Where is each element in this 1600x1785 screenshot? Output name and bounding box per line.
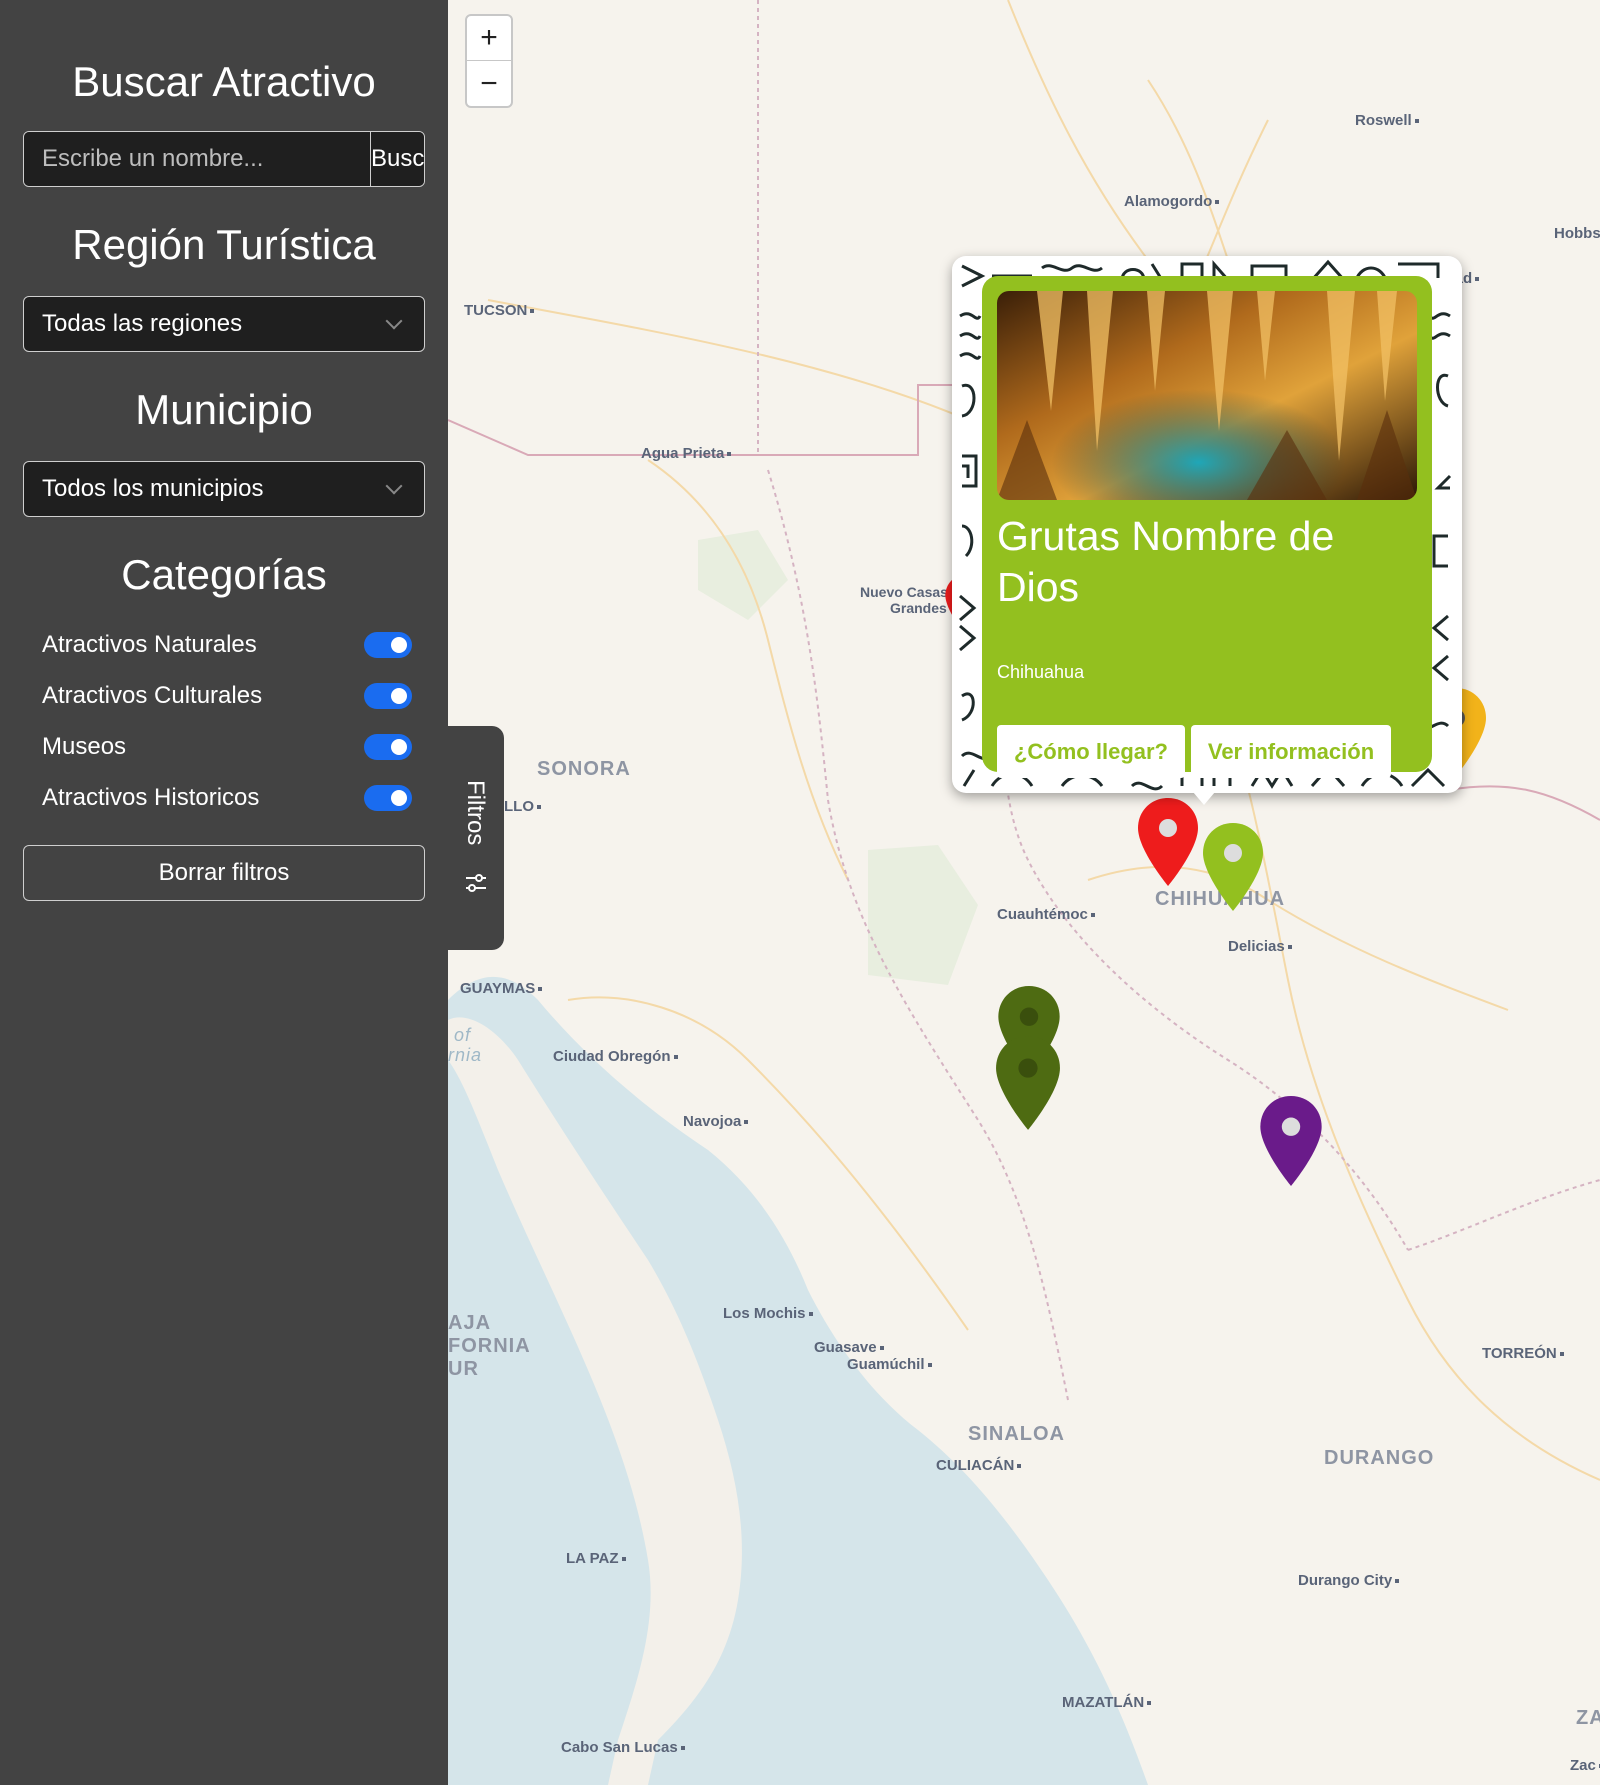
category-label: Atractivos Culturales [42, 681, 263, 709]
search-title: Buscar Atractivo [72, 58, 376, 105]
map-label-city: Durango City [1298, 1572, 1399, 1589]
map-label-city: Navojoa [683, 1113, 748, 1130]
zoom-control: + − [465, 14, 513, 108]
map-pin-dark-green[interactable] [992, 1034, 1064, 1132]
region-title: Región Turística [72, 221, 376, 268]
region-select-value: Todas las regiones [42, 310, 243, 337]
search-input[interactable] [24, 132, 370, 186]
map-label-city: Nuevo Casas [860, 584, 955, 600]
map-label-city: Agua Prieta [641, 445, 731, 462]
map-label-city: TORREÓN [1482, 1345, 1564, 1362]
categories-title: Categorías [121, 551, 327, 598]
category-label: Atractivos Historicos [42, 783, 260, 811]
map-label-state: SONORA [537, 758, 631, 780]
map-label-city: CULIACÁN [936, 1457, 1021, 1474]
category-item: Museos [23, 721, 425, 772]
view-info-button[interactable]: Ver información [1191, 725, 1391, 778]
category-toggle-naturales[interactable] [364, 631, 412, 658]
map-pin-red[interactable] [1136, 796, 1200, 888]
filters-toggle-tab[interactable]: Filtros [448, 726, 504, 950]
map-label-city: Delicias [1228, 938, 1292, 955]
map-label-city: Roswell [1355, 112, 1419, 129]
chevron-down-icon [385, 312, 403, 330]
attraction-photo [997, 291, 1417, 500]
municipio-title: Municipio [135, 386, 313, 433]
map-pin-purple[interactable] [1258, 1094, 1324, 1188]
category-item: Atractivos Culturales [23, 670, 425, 721]
search-bar: Buscar [23, 131, 425, 187]
map-pin-light-green[interactable] [1201, 821, 1265, 913]
municipio-select-value: Todos los municipios [42, 475, 264, 502]
map-label-state: ZA [1576, 1707, 1600, 1729]
category-list: Atractivos Naturales Atractivos Cultural… [23, 619, 425, 823]
category-item: Atractivos Historicos [23, 772, 425, 823]
filter-sidebar: Buscar Atractivo Buscar Región Turística… [0, 0, 448, 1785]
cave-photo-illustration [997, 291, 1417, 500]
map-label-state: AJA [448, 1312, 492, 1334]
category-toggle-culturales[interactable] [364, 682, 412, 709]
category-label: Museos [42, 732, 127, 760]
toggle-knob [391, 636, 407, 653]
map-label-city: Hobbs [1554, 225, 1600, 242]
map-label-city: Los Mochis [723, 1305, 813, 1322]
category-item: Atractivos Naturales [23, 619, 425, 670]
filters-tab-label: Filtros [462, 780, 489, 846]
category-toggle-historicos[interactable] [364, 784, 412, 811]
map-label-city: MAZATLÁN [1062, 1694, 1151, 1711]
map-label-city: Alamogordo [1124, 193, 1219, 210]
toggle-knob [391, 738, 407, 755]
zoom-out-button[interactable]: − [467, 61, 511, 106]
category-label: Atractivos Naturales [42, 630, 257, 658]
chevron-down-icon [385, 477, 403, 495]
map-label-city: LA PAZ [566, 1550, 626, 1567]
map-label-city: Cabo San Lucas [561, 1739, 685, 1756]
region-select[interactable]: Todas las regiones [23, 296, 425, 352]
toggle-knob [391, 687, 407, 704]
map-label-state: FORNIA [448, 1335, 531, 1357]
popup-tip [1193, 792, 1215, 805]
zoom-in-button[interactable]: + [467, 16, 511, 61]
map-label-city: Guasave [814, 1339, 884, 1356]
map-label-city: GUAYMAS [460, 980, 542, 997]
attraction-title: Grutas Nombre de Dios [997, 513, 1335, 610]
search-button[interactable]: Buscar [370, 132, 424, 186]
map-label-city: Cuauhtémoc [997, 906, 1095, 923]
toggle-knob [391, 789, 407, 806]
map-label-city: LLO [504, 798, 541, 815]
map-label-state: SINALOA [968, 1423, 1065, 1445]
map-label-state: DURANGO [1324, 1447, 1435, 1469]
map-label-city: Zac [1570, 1757, 1600, 1774]
municipio-select[interactable]: Todos los municipios [23, 461, 425, 517]
sliders-icon [466, 874, 486, 892]
attraction-popup: Grutas Nombre de Dios Chihuahua ¿Cómo ll… [952, 256, 1462, 793]
clear-filters-button[interactable]: Borrar filtros [23, 845, 425, 901]
category-toggle-museos[interactable] [364, 733, 412, 760]
attraction-municipality: Chihuahua [997, 662, 1085, 682]
map-label-water: of [454, 1025, 472, 1045]
map-label-city: TUCSON [464, 302, 534, 319]
map-label-water: rnia [448, 1045, 483, 1065]
map-label-city: Ciudad Obregón [553, 1048, 678, 1065]
directions-button[interactable]: ¿Cómo llegar? [997, 725, 1185, 778]
map-label-state: UR [448, 1358, 479, 1380]
popup-card: Grutas Nombre de Dios Chihuahua ¿Cómo ll… [982, 276, 1432, 778]
map-label-city: Guamúchil [847, 1356, 932, 1373]
